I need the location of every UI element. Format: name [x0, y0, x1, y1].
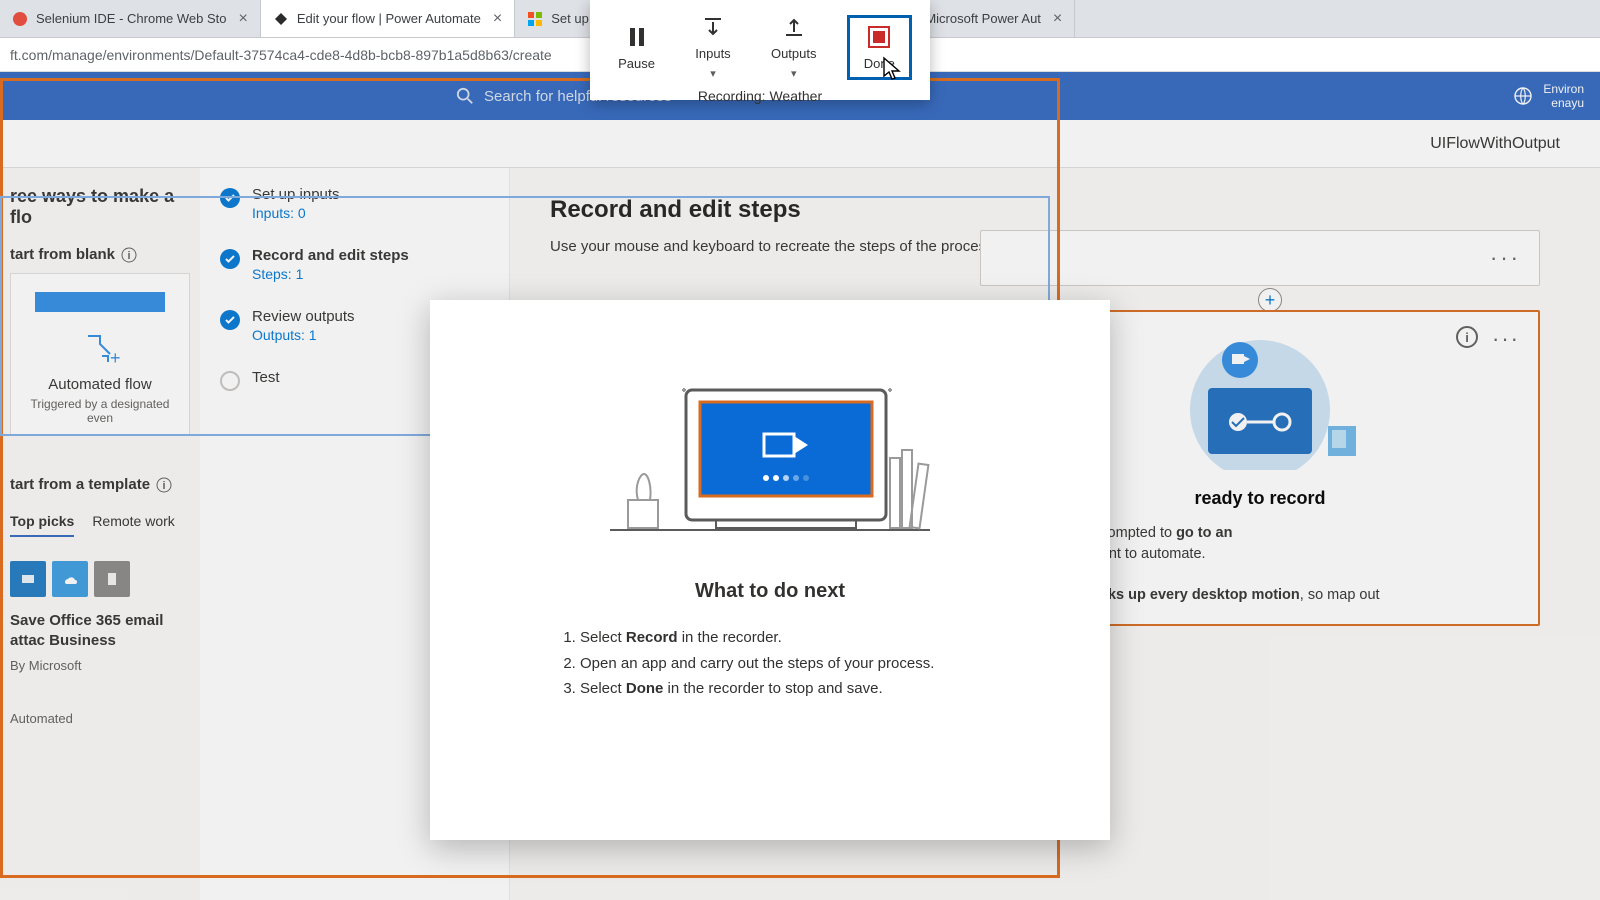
- record-illustration-icon: [1160, 330, 1360, 470]
- outputs-button[interactable]: Outputs ▾: [761, 8, 827, 86]
- step-sublabel: Outputs: 1: [252, 327, 355, 343]
- page-title: Record and edit steps: [550, 196, 1560, 224]
- tab-setup[interactable]: Set up: [515, 0, 602, 37]
- chevron-down-icon[interactable]: ▾: [710, 67, 716, 80]
- svg-text:i: i: [163, 480, 166, 492]
- step-setup-inputs[interactable]: Set up inputs Inputs: 0: [220, 186, 489, 221]
- close-icon[interactable]: ×: [1053, 10, 1062, 28]
- step-complete-icon: [220, 188, 240, 208]
- step-sublabel: Steps: 1: [252, 266, 409, 282]
- svg-text:+: +: [110, 348, 120, 368]
- template-author: By Microsoft: [10, 658, 190, 673]
- card-subtitle: Triggered by a designated even: [21, 397, 179, 425]
- tab-label: Edit your flow | Power Automate: [297, 11, 481, 26]
- tab-label: Set up: [551, 11, 589, 26]
- tab-top-picks[interactable]: Top picks: [10, 513, 74, 537]
- flow-title-bar: UIFlowWithOutput: [0, 120, 1600, 168]
- step-sublabel: Inputs: 0: [252, 205, 340, 221]
- step-pending-icon: [220, 371, 240, 391]
- modal-step-1: Select Record in the recorder.: [580, 625, 980, 651]
- env-label: Environ: [1543, 82, 1584, 96]
- step-complete-icon: [220, 310, 240, 330]
- section-heading: ree ways to make a flo: [10, 186, 190, 228]
- inputs-icon: [700, 14, 726, 40]
- close-icon[interactable]: ×: [493, 10, 502, 28]
- left-pane: ree ways to make a flo tart from blank i…: [0, 168, 200, 900]
- flow-branch-icon: +: [80, 328, 120, 368]
- onedrive-icon: [52, 561, 88, 597]
- template-connector-icons: [10, 561, 190, 597]
- modal-step-2: Open an app and carry out the steps of y…: [580, 651, 980, 677]
- tab-power-automate[interactable]: Edit your flow | Power Automate ×: [261, 0, 515, 37]
- flow-favicon-icon: [273, 11, 289, 27]
- close-icon[interactable]: ×: [239, 10, 248, 28]
- tab-remote-work[interactable]: Remote work: [92, 513, 174, 537]
- what-to-do-next-modal: What to do next Select Record in the rec…: [430, 300, 1110, 840]
- more-icon[interactable]: ···: [1490, 245, 1521, 271]
- pause-button[interactable]: Pause: [608, 18, 665, 77]
- template-heading: tart from a template i: [10, 476, 190, 493]
- modal-title: What to do next: [430, 580, 1110, 603]
- recorder-status: Recording: Weather: [590, 88, 930, 112]
- selenium-favicon-icon: [12, 11, 28, 27]
- environment-icon: [1513, 86, 1533, 106]
- info-icon[interactable]: i: [121, 247, 137, 263]
- template-tabs: Top picks Remote work: [10, 513, 190, 537]
- modal-step-3: Select Done in the recorder to stop and …: [580, 676, 980, 702]
- search-icon: [456, 87, 474, 105]
- modal-illustration-icon: [590, 360, 950, 550]
- stop-icon: [866, 24, 892, 50]
- step-label: Set up inputs: [252, 186, 340, 203]
- automated-flow-card[interactable]: + Automated flow Triggered by a designat…: [10, 273, 190, 436]
- template-title: Save Office 365 email attac Business: [10, 611, 190, 650]
- step-label: Test: [252, 369, 280, 386]
- step-label: Record and edit steps: [252, 247, 409, 264]
- flow-card-bar-icon: [35, 292, 165, 312]
- template-type: Automated: [10, 711, 190, 726]
- more-icon[interactable]: ···: [1492, 326, 1520, 352]
- info-icon[interactable]: i: [156, 477, 172, 493]
- tab-selenium[interactable]: Selenium IDE - Chrome Web Sto ×: [0, 0, 261, 37]
- ms-favicon-icon: [527, 11, 543, 27]
- action-card-header[interactable]: ···: [980, 230, 1540, 286]
- card-title: Automated flow: [21, 376, 179, 393]
- inputs-button[interactable]: Inputs ▾: [685, 8, 740, 86]
- chevron-down-icon[interactable]: ▾: [791, 67, 797, 80]
- outputs-icon: [781, 14, 807, 40]
- info-icon[interactable]: i: [1456, 326, 1478, 348]
- svg-text:i: i: [127, 250, 130, 262]
- outlook-icon: [10, 561, 46, 597]
- blank-heading: tart from blank i: [10, 246, 190, 263]
- template-card[interactable]: Save Office 365 email attac Business By …: [10, 561, 190, 726]
- step-record-edit[interactable]: Record and edit steps Steps: 1: [220, 247, 489, 282]
- pause-icon: [624, 24, 650, 50]
- step-complete-icon: [220, 249, 240, 269]
- modal-steps-list: Select Record in the recorder. Open an a…: [560, 625, 980, 702]
- step-label: Review outputs: [252, 308, 355, 325]
- tab-label: Selenium IDE - Chrome Web Sto: [36, 11, 227, 26]
- generic-connector-icon: [94, 561, 130, 597]
- add-step-button[interactable]: +: [1258, 288, 1282, 312]
- address-bar[interactable]: ft.com/manage/environments/Default-37574…: [10, 47, 552, 63]
- flow-name: UIFlowWithOutput: [1430, 135, 1560, 153]
- recorder-toolbar: Pause Inputs ▾ Outputs ▾ Done Recording:…: [590, 0, 930, 100]
- done-button[interactable]: Done: [847, 15, 912, 80]
- environment-picker[interactable]: Environ enayu: [1513, 82, 1584, 110]
- env-value: enayu: [1543, 96, 1584, 110]
- mouse-cursor-icon: [882, 56, 902, 82]
